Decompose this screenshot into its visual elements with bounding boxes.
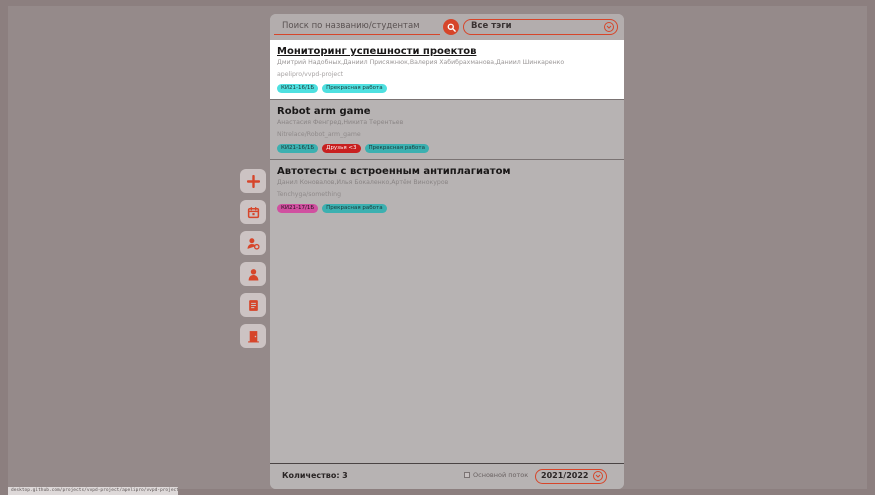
project-repo-link[interactable]: Nitrelace/Robot_arm_game <box>277 130 617 140</box>
tag-group[interactable]: КИ21-16/1Б <box>277 144 319 153</box>
plus-icon <box>246 174 260 188</box>
filter-bar: Все тэги <box>270 14 624 40</box>
project-students: Дмитрий Надобных,Даниил Присяжнюк,Валери… <box>277 59 565 66</box>
tag-list: КИ21-16/1Б Прекрасная работа <box>277 84 617 93</box>
chevron-down-icon <box>604 22 614 32</box>
exit-door-icon <box>247 330 259 342</box>
sidebar <box>240 169 268 348</box>
project-students: Данил Коновалов,Илья Бокаленко,Артём Вин… <box>277 179 449 186</box>
count-value: 3 <box>342 471 348 480</box>
projects-panel: Все тэги Мониторинг успешности проектов … <box>270 14 624 489</box>
tag-excellent[interactable]: Прекрасная работа <box>364 144 429 153</box>
calendar-icon <box>247 206 259 218</box>
project-title[interactable]: Robot arm game <box>277 105 617 118</box>
search-input[interactable] <box>274 18 440 35</box>
search-icon <box>447 23 456 32</box>
document-icon <box>248 299 258 311</box>
add-project-button[interactable] <box>240 169 266 193</box>
project-title[interactable]: Мониторинг успешности проектов <box>277 45 617 58</box>
tags-select-value: Все тэги <box>471 21 512 31</box>
year-select-value: 2021/2022 <box>541 471 589 480</box>
main-stream-label: Основной поток <box>473 471 529 479</box>
documents-button[interactable] <box>240 293 266 317</box>
profile-button[interactable] <box>240 262 266 286</box>
project-card[interactable]: Автотесты с встроенным антиплагиатом Дан… <box>270 160 624 219</box>
project-title[interactable]: Автотесты с встроенным антиплагиатом <box>277 165 617 178</box>
search-button[interactable] <box>443 19 459 35</box>
logout-button[interactable] <box>240 324 266 348</box>
tags-select[interactable]: Все тэги <box>463 19 618 35</box>
panel-footer: Количество: 3 Основной поток 2021/2022 <box>270 463 624 489</box>
tag-friends[interactable]: Друзья <3 <box>322 144 361 153</box>
project-list: Мониторинг успешности проектов Дмитрий Н… <box>270 40 624 219</box>
user-settings-button[interactable] <box>240 231 266 255</box>
main-stream-checkbox[interactable] <box>464 472 470 478</box>
project-repo-link[interactable]: Tenchyga/something <box>277 190 617 200</box>
project-card[interactable]: Robot arm game Анастасия Фенгред,Никита … <box>270 100 624 160</box>
year-select[interactable]: 2021/2022 <box>535 469 607 484</box>
tag-excellent[interactable]: Прекрасная работа <box>322 84 387 93</box>
project-repo-link[interactable]: apelipro/vvpd-project <box>277 70 617 80</box>
project-card[interactable]: Мониторинг успешности проектов Дмитрий Н… <box>270 40 624 100</box>
chevron-down-icon <box>593 471 603 481</box>
project-count: Количество: 3 <box>282 471 348 480</box>
tag-group[interactable]: КИ21-16/1Б <box>277 84 319 93</box>
count-label: Количество: <box>282 471 340 480</box>
project-students: Анастасия Фенгред,Никита Терентьев <box>277 119 404 126</box>
tag-excellent[interactable]: Прекрасная работа <box>322 204 387 213</box>
user-settings-icon <box>247 237 260 250</box>
tag-group[interactable]: КИ21-17/1Б <box>277 204 319 213</box>
tag-list: КИ21-17/1Б Прекрасная работа <box>277 204 617 213</box>
calendar-button[interactable] <box>240 200 266 224</box>
user-icon <box>248 268 258 280</box>
tag-list: КИ21-16/1Б Друзья <3 Прекрасная работа <box>277 144 617 153</box>
browser-status-url: desktop.github.com/projects/vvpd-project… <box>8 487 178 495</box>
